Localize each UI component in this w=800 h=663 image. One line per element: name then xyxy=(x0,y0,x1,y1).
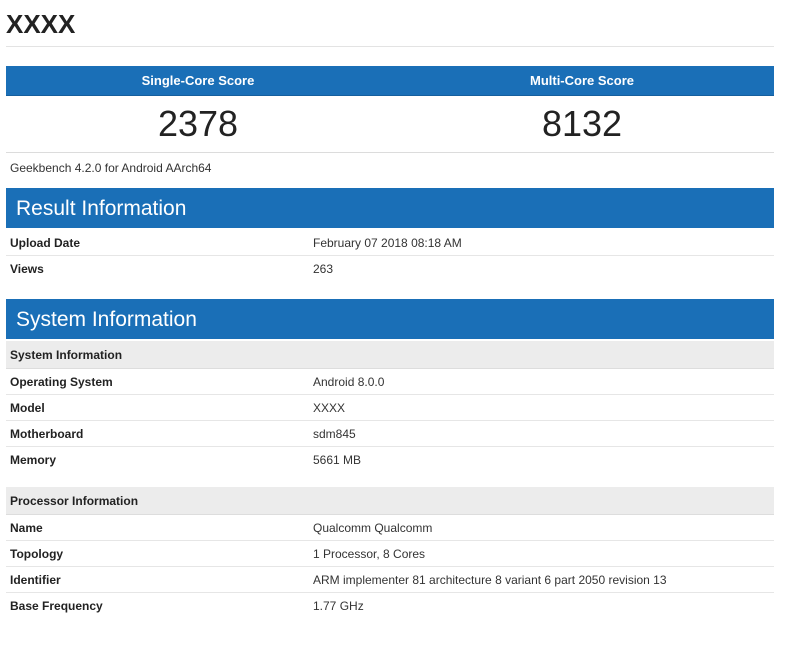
row-value: Qualcomm Qualcomm xyxy=(313,521,433,535)
row-key: Upload Date xyxy=(10,236,81,250)
row-key: Base Frequency xyxy=(10,599,103,613)
table-row: Memory 5661 MB xyxy=(6,447,774,473)
device-title: XXXX xyxy=(6,9,76,39)
score-table: Single-Core Score Multi-Core Score 2378 … xyxy=(6,66,774,153)
result-information-table: Upload Date February 07 2018 08:18 AM Vi… xyxy=(6,230,774,282)
row-value: Android 8.0.0 xyxy=(313,375,385,389)
row-key: Memory xyxy=(10,453,57,467)
table-row: Operating System Android 8.0.0 xyxy=(6,369,774,395)
system-information-table: Operating System Android 8.0.0 Model XXX… xyxy=(6,369,774,473)
row-key: Topology xyxy=(10,547,64,561)
row-key: Operating System xyxy=(10,375,113,389)
table-row: Topology 1 Processor, 8 Cores xyxy=(6,541,774,567)
row-value: February 07 2018 08:18 AM xyxy=(313,236,462,250)
system-information-header: System Information xyxy=(6,299,774,339)
table-row: Views 263 xyxy=(6,256,774,282)
row-key: Views xyxy=(10,262,44,276)
row-key: Motherboard xyxy=(10,427,84,441)
table-row: Name Qualcomm Qualcomm xyxy=(6,515,774,541)
row-value: 5661 MB xyxy=(313,453,362,467)
processor-information-group-label: Processor Information xyxy=(6,487,774,515)
system-information-group-label: System Information xyxy=(6,341,774,369)
table-row: Upload Date February 07 2018 08:18 AM xyxy=(6,230,774,256)
table-row: Identifier ARM implementer 81 architectu… xyxy=(6,567,774,593)
table-row: Motherboard sdm845 xyxy=(6,421,774,447)
multi-core-score-value: 8132 xyxy=(541,103,623,144)
multi-core-score-label: Multi-Core Score xyxy=(529,73,634,88)
row-key: Name xyxy=(10,521,43,535)
row-value: 263 xyxy=(313,262,334,276)
row-key: Identifier xyxy=(10,573,61,587)
result-information-header: Result Information xyxy=(6,188,774,228)
row-value: 1 Processor, 8 Cores xyxy=(313,547,426,561)
benchmark-result-page: XXXX Single-Core Score Multi-Core Score … xyxy=(6,0,774,619)
table-row: Base Frequency 1.77 GHz xyxy=(6,593,774,619)
single-core-score-value: 2378 xyxy=(157,103,239,144)
score-values-row: 2378 8132 xyxy=(6,96,774,153)
row-value: 1.77 GHz xyxy=(313,599,364,613)
row-value: ARM implementer 81 architecture 8 varian… xyxy=(313,573,667,587)
row-value: XXXX xyxy=(313,401,346,415)
processor-information-table: Name Qualcomm Qualcomm Topology 1 Proces… xyxy=(6,515,774,619)
single-core-score-label: Single-Core Score xyxy=(141,73,255,88)
table-row: Model XXXX xyxy=(6,395,774,421)
title-divider xyxy=(6,46,774,47)
benchmark-version: Geekbench 4.2.0 for Android AArch64 xyxy=(10,161,212,175)
score-table-header: Single-Core Score Multi-Core Score xyxy=(6,66,774,96)
row-key: Model xyxy=(10,401,45,415)
row-value: sdm845 xyxy=(313,427,356,441)
